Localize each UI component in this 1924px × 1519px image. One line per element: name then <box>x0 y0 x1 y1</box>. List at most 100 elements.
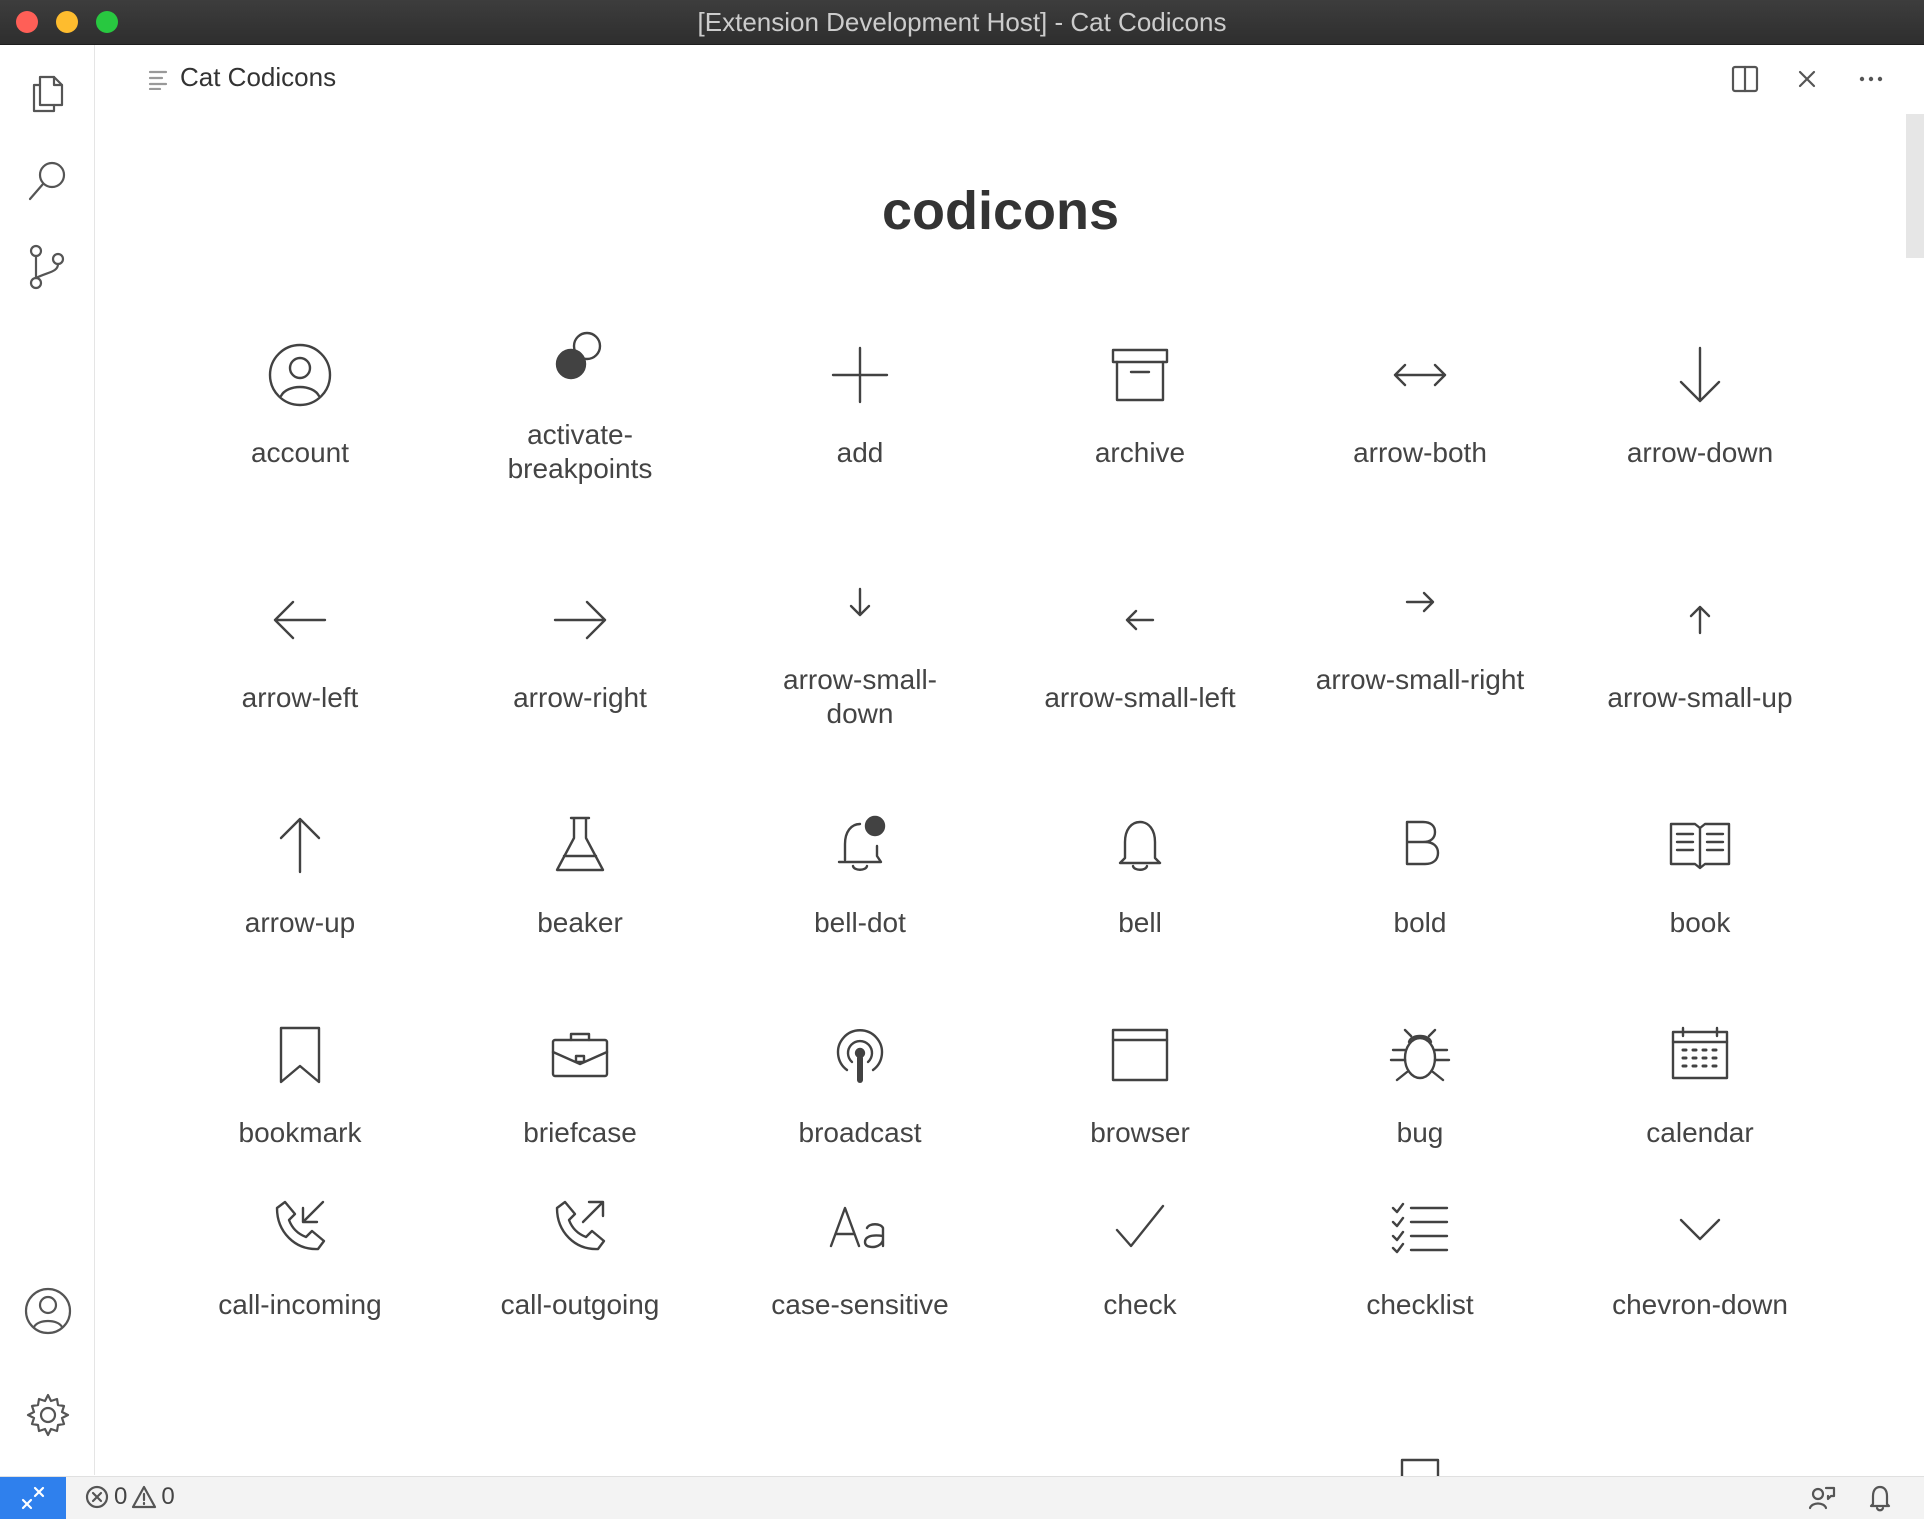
account-icon <box>268 343 332 407</box>
icon-label: activate-breakpoints <box>507 419 653 484</box>
icon-label: arrow-right <box>513 682 647 713</box>
arrow-small-down-icon <box>849 587 871 617</box>
icon-label: checklist <box>1366 1289 1474 1320</box>
icon-card-arrow-small-up[interactable]: arrow-small-up <box>1560 565 1840 790</box>
icon-card-arrow-up[interactable]: arrow-up <box>160 790 440 1000</box>
vertical-scrollbar[interactable] <box>1906 114 1924 258</box>
icon-card-bug[interactable]: bug <box>1280 1000 1560 1172</box>
icon-card-account[interactable]: account <box>160 320 440 565</box>
source-control-icon[interactable] <box>22 241 74 293</box>
icon-label: bug <box>1396 1117 1444 1148</box>
icon-card-arrow-small-down[interactable]: arrow-small-down <box>720 565 1000 790</box>
activate-breakpoints-icon <box>555 331 602 380</box>
bell-dot-icon <box>837 815 886 871</box>
close-icon[interactable] <box>1790 62 1824 96</box>
settings-gear-icon[interactable] <box>22 1389 74 1441</box>
page-title: codicons <box>881 181 1120 241</box>
icon-card-arrow-down[interactable]: arrow-down <box>1560 320 1840 565</box>
book-icon <box>1669 822 1731 870</box>
call-incoming-icon <box>275 1200 326 1251</box>
icon-label: arrow-left <box>241 682 359 713</box>
error-icon <box>85 1485 109 1509</box>
icon-label: calendar <box>1646 1117 1754 1148</box>
icon-label: broadcast <box>798 1117 922 1148</box>
call-outgoing-icon <box>555 1200 606 1251</box>
preview-icon <box>148 70 168 90</box>
icon-card-arrow-both[interactable]: arrow-both <box>1280 320 1560 565</box>
tab-title[interactable]: Cat Codicons <box>180 62 336 93</box>
icon-card-arrow-small-right[interactable]: arrow-small-right <box>1280 565 1560 790</box>
icon-card-broadcast[interactable]: broadcast <box>720 1000 1000 1172</box>
notifications-bell-icon[interactable] <box>1864 1482 1896 1514</box>
icon-card-book[interactable]: book <box>1560 790 1840 1000</box>
icon-row: arrow-up beaker bell-dot bell bold book <box>160 790 1840 1000</box>
icon-card-arrow-small-left[interactable]: arrow-small-left <box>1000 565 1280 790</box>
editor-tab-bar <box>95 45 1924 111</box>
icon-card-activate-breakpoints[interactable]: activate-breakpoints <box>440 320 720 565</box>
explorer-icon[interactable] <box>22 67 74 119</box>
icon-card-browser[interactable]: browser <box>1000 1000 1280 1172</box>
icon-card-calendar[interactable]: calendar <box>1560 1000 1840 1172</box>
more-actions-icon[interactable] <box>1854 62 1888 96</box>
icon-card-arrow-left[interactable]: arrow-left <box>160 565 440 790</box>
beaker-icon <box>555 816 605 872</box>
icon-label: arrow-small-up <box>1607 682 1793 713</box>
remote-indicator[interactable] <box>0 1477 66 1519</box>
icon-label: bookmark <box>238 1117 362 1148</box>
problems-indicator[interactable]: 0 0 <box>84 1483 175 1511</box>
split-editor-icon[interactable] <box>1728 62 1762 96</box>
icon-card-beaker[interactable]: beaker <box>440 790 720 1000</box>
icon-label: call-incoming <box>218 1289 382 1320</box>
icon-row: account activate-breakpoints add archive… <box>160 320 1840 565</box>
bold-icon <box>1405 820 1440 866</box>
icon-label: arrow-small-left <box>1044 682 1236 713</box>
icon-card-add[interactable]: add <box>720 320 1000 565</box>
icon-label: call-outgoing <box>500 1289 660 1320</box>
browser-icon <box>1111 1028 1169 1082</box>
arrow-small-left-icon <box>1125 609 1155 631</box>
icon-card-archive[interactable]: archive <box>1000 320 1280 565</box>
chevron-down-icon <box>1679 1218 1721 1241</box>
icon-label: check <box>1103 1289 1177 1320</box>
checklist-icon <box>1391 1202 1449 1254</box>
icon-label: briefcase <box>523 1117 637 1148</box>
icon-label: book <box>1669 907 1731 938</box>
icon-row: bookmark briefcase broadcast browser bug… <box>160 1000 1840 1172</box>
icon-label: arrow-small-down <box>783 664 937 729</box>
icon-label: bell <box>1118 907 1162 938</box>
error-count: 0 <box>114 1483 128 1510</box>
partial-icon <box>1400 1458 1440 1476</box>
icon-card-bookmark[interactable]: bookmark <box>160 1000 440 1172</box>
case-sensitive-icon <box>829 1206 885 1249</box>
feedback-icon[interactable] <box>1806 1482 1838 1514</box>
icon-card-briefcase[interactable]: briefcase <box>440 1000 720 1172</box>
arrow-up-icon <box>279 817 321 874</box>
icon-card-call-incoming[interactable]: call-incoming <box>160 1172 440 1342</box>
icon-label: arrow-small-right <box>1315 664 1525 695</box>
icon-card-chevron-down[interactable]: chevron-down <box>1560 1172 1840 1342</box>
icon-label: add <box>836 437 884 468</box>
icon-card-checklist[interactable]: checklist <box>1280 1172 1560 1342</box>
add-icon <box>831 346 889 404</box>
window-title: [Extension Development Host] - Cat Codic… <box>697 7 1227 37</box>
icon-card-check[interactable]: check <box>1000 1172 1280 1342</box>
search-icon[interactable] <box>22 155 74 207</box>
icon-card-call-outgoing[interactable]: call-outgoing <box>440 1172 720 1342</box>
icon-label: archive <box>1094 437 1186 468</box>
icon-card-case-sensitive[interactable]: case-sensitive <box>720 1172 1000 1342</box>
arrow-both-icon <box>1393 363 1447 387</box>
icon-grid: account activate-breakpoints add archive… <box>160 320 1840 1342</box>
icon-label: arrow-down <box>1626 437 1774 468</box>
calendar-icon <box>1671 1026 1729 1080</box>
icon-card-bell[interactable]: bell <box>1000 790 1280 1000</box>
accounts-icon[interactable] <box>22 1285 74 1337</box>
icon-card-bell-dot[interactable]: bell-dot <box>720 790 1000 1000</box>
icon-label: browser <box>1090 1117 1190 1148</box>
broadcast-icon <box>836 1029 884 1083</box>
icon-row: arrow-left arrow-right arrow-small-down … <box>160 565 1840 790</box>
check-icon <box>1115 1204 1165 1248</box>
icon-card-bold[interactable]: bold <box>1280 790 1560 1000</box>
arrow-right-icon <box>553 600 607 640</box>
icon-card-arrow-right[interactable]: arrow-right <box>440 565 720 790</box>
warning-icon <box>132 1485 157 1509</box>
